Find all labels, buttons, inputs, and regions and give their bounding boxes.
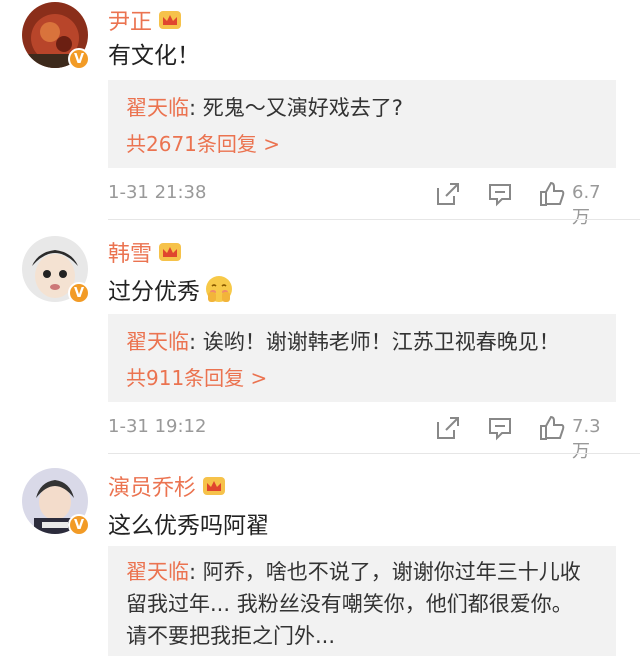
blush-emoji-icon xyxy=(206,276,232,302)
comment-item: V 韩雪 过分优秀 翟天临: 诶哟！谢谢韩老师！江苏卫视春晚见！ 共911条回复… xyxy=(0,220,640,462)
comment-username[interactable]: 韩雪 xyxy=(108,236,152,268)
crown-icon xyxy=(159,243,182,261)
comment-meta: 1-31 21:38 6.7万 xyxy=(108,180,616,228)
reply-text: 死鬼～又演好戏去了? xyxy=(202,96,403,120)
reply-colon: : xyxy=(189,330,203,354)
share-icon[interactable] xyxy=(434,414,462,442)
comment-text: 过分优秀 xyxy=(108,279,200,305)
reply-username[interactable]: 翟天临 xyxy=(126,560,189,584)
comment-time: 1-31 19:12 xyxy=(108,416,207,437)
comment-text: 这么优秀吗阿翟 xyxy=(108,513,269,539)
comment-text-row: 过分优秀 xyxy=(108,272,234,306)
avatar[interactable]: V xyxy=(22,468,90,536)
thumbs-up-icon[interactable] xyxy=(538,414,566,442)
avatar[interactable]: V xyxy=(22,2,90,70)
reply-username[interactable]: 翟天临 xyxy=(126,330,189,354)
thumbs-up-icon[interactable] xyxy=(538,180,566,208)
reply-box[interactable]: 翟天临: 诶哟！谢谢韩老师！江苏卫视春晚见！ 共911条回复 > xyxy=(108,314,616,402)
comment-username-row: 韩雪 xyxy=(108,236,182,268)
reply-text: 阿乔，啥也不说了，谢谢你过年三十儿收 xyxy=(202,560,581,584)
verified-badge-icon: V xyxy=(68,48,90,70)
reply-count-link[interactable]: 共911条回复 > xyxy=(126,362,267,391)
comment-time: 1-31 21:38 xyxy=(108,182,207,203)
reply-count-link[interactable]: 共2671条回复 > xyxy=(126,128,280,157)
comment-username[interactable]: 尹正 xyxy=(108,4,152,36)
reply-box[interactable]: 翟天临: 死鬼～又演好戏去了? 共2671条回复 > xyxy=(108,80,616,168)
comment-username-row: 演员乔杉 xyxy=(108,470,226,502)
reply-text-line: 留我过年... 我粉丝没有嘲笑你，他们都很爱你。 xyxy=(126,592,573,616)
reply-text-line: 请不要把我拒之门外... xyxy=(126,624,336,648)
comment-item: V 尹正 有文化！ 翟天临: 死鬼～又演好戏去了? 共2671条回复 > 1-3… xyxy=(0,0,640,228)
comment-text: 有文化！ xyxy=(108,43,200,69)
reply-colon: : xyxy=(189,560,203,584)
verified-badge-icon: V xyxy=(68,282,90,304)
comment-meta: 1-31 19:12 7.3万 xyxy=(108,414,616,462)
comment-item: V 演员乔杉 这么优秀吗阿翟 翟天临: 阿乔，啥也不说了，谢谢你过年三十儿收 留… xyxy=(0,454,640,656)
share-icon[interactable] xyxy=(434,180,462,208)
reply-text: 诶哟！谢谢韩老师！江苏卫视春晚见！ xyxy=(202,330,560,354)
reply-username[interactable]: 翟天临 xyxy=(126,96,189,120)
crown-icon xyxy=(203,477,226,495)
reply-colon: : xyxy=(189,96,203,120)
crown-icon xyxy=(159,11,182,29)
reply-line: 翟天临: 诶哟！谢谢韩老师！江苏卫视春晚见！ xyxy=(126,326,560,356)
reply-box[interactable]: 翟天临: 阿乔，啥也不说了，谢谢你过年三十儿收 留我过年... 我粉丝没有嘲笑你… xyxy=(108,546,616,656)
comment-username[interactable]: 演员乔杉 xyxy=(108,470,196,502)
reply-line: 翟天临: 阿乔，啥也不说了，谢谢你过年三十儿收 xyxy=(126,556,581,586)
avatar[interactable]: V xyxy=(22,236,90,304)
comment-icon[interactable] xyxy=(486,180,514,208)
comment-username-row: 尹正 xyxy=(108,4,182,36)
verified-badge-icon: V xyxy=(68,514,90,536)
comment-icon[interactable] xyxy=(486,414,514,442)
reply-line: 翟天临: 死鬼～又演好戏去了? xyxy=(126,92,403,122)
